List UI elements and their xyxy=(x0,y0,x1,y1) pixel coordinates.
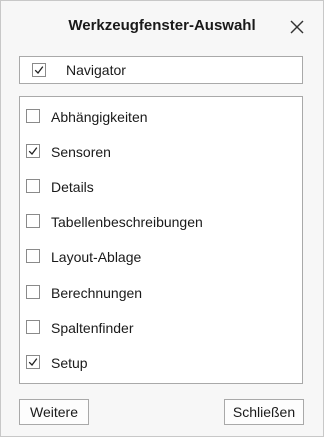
list-item-berechnungen[interactable]: Berechnungen xyxy=(20,281,302,305)
checkmark-icon xyxy=(28,147,38,155)
list-item-spaltenfinder[interactable]: Spaltenfinder xyxy=(20,316,302,340)
navigator-option[interactable]: Navigator xyxy=(19,56,303,84)
close-icon[interactable] xyxy=(285,15,309,39)
navigator-label: Navigator xyxy=(66,62,126,78)
list-item-setup[interactable]: Setup xyxy=(20,351,302,375)
checkbox[interactable] xyxy=(26,144,40,158)
tool-window-list: Abhängigkeiten Sensoren Details Tabellen… xyxy=(19,96,303,384)
tool-window-selection-dialog: Werkzeugfenster-Auswahl Navigator Abhäng… xyxy=(0,0,324,437)
dialog-titlebar: Werkzeugfenster-Auswahl xyxy=(1,1,323,51)
list-item-tabellenbeschreibungen[interactable]: Tabellenbeschreibungen xyxy=(20,210,302,234)
checkbox[interactable] xyxy=(26,109,40,123)
list-item-sensoren[interactable]: Sensoren xyxy=(20,140,302,164)
checkbox[interactable] xyxy=(26,285,40,299)
list-item-label: Sensoren xyxy=(51,144,111,160)
list-item-label: Tabellenbeschreibungen xyxy=(51,214,203,230)
checkmark-icon xyxy=(28,358,38,366)
list-item-details[interactable]: Details xyxy=(20,175,302,199)
list-item-label: Details xyxy=(51,179,94,195)
list-item-label: Abhängigkeiten xyxy=(51,109,148,125)
checkbox[interactable] xyxy=(26,320,40,334)
checkmark-icon xyxy=(34,66,44,74)
list-item-label: Layout-Ablage xyxy=(51,249,142,265)
checkbox[interactable] xyxy=(26,249,40,263)
dialog-title: Werkzeugfenster-Auswahl xyxy=(68,17,256,34)
checkbox[interactable] xyxy=(26,355,40,369)
list-item-label: Spaltenfinder xyxy=(51,320,134,336)
list-item-label: Berechnungen xyxy=(51,285,143,301)
checkbox[interactable] xyxy=(26,214,40,228)
navigator-checkbox[interactable] xyxy=(32,63,46,77)
list-item-abhaengigkeiten[interactable]: Abhängigkeiten xyxy=(20,105,302,129)
list-item-layout-ablage[interactable]: Layout-Ablage xyxy=(20,245,302,269)
checkbox[interactable] xyxy=(26,179,40,193)
close-button[interactable]: Schließen xyxy=(224,399,304,425)
list-item-label: Setup xyxy=(51,355,88,371)
more-button[interactable]: Weitere xyxy=(19,399,89,425)
